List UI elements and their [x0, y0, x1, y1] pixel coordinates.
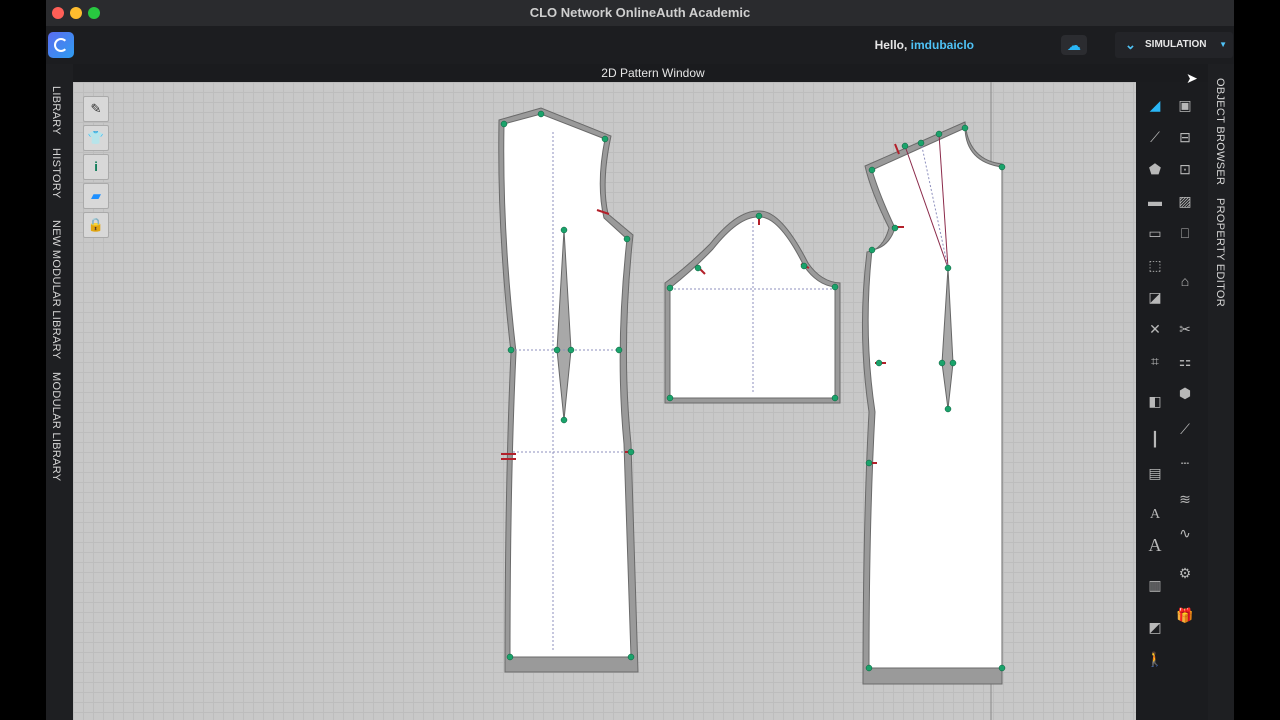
pattern-tools-toolbar: ◢ ▣ ⟋ ⊟ ⬟ ⊡ ▬ ▨ ▭ ⎕ ⬚ ⌂ ◪ ✕ ✂ ⌗ ⚏ ⬢ ◧ ⟋ … [1136, 82, 1208, 720]
text-icon[interactable]: A [1144, 504, 1166, 526]
tool-icon[interactable]: ▣ [1174, 94, 1196, 116]
username[interactable]: imdubaiclo [911, 38, 974, 52]
greeting: Hello, imdubaiclo [875, 38, 974, 52]
measure-icon[interactable]: ┃ [1144, 428, 1166, 450]
tool-icon[interactable]: ⌂ [1174, 270, 1196, 292]
tool-icon[interactable]: ⚙ [1174, 562, 1196, 584]
back-pattern-piece[interactable] [861, 121, 1006, 685]
clo-logo-icon[interactable] [48, 32, 74, 58]
tool-icon[interactable]: ⬢ [1174, 382, 1196, 404]
simulation-label: SIMULATION [1145, 39, 1207, 50]
rectangle-icon[interactable]: ▭ [1144, 222, 1166, 244]
tool-icon[interactable]: ▨ [1174, 190, 1196, 212]
pattern-window-header: 2D Pattern Window ⤢ [73, 64, 1233, 82]
pattern-pieces [498, 82, 1006, 720]
dart-icon[interactable]: ◪ [1144, 286, 1166, 308]
tool-icon[interactable]: ⚏ [1174, 350, 1196, 372]
cloud-sync-icon[interactable]: ☁ [1061, 35, 1087, 55]
segment-sewing-icon[interactable]: ⌗ [1144, 350, 1166, 372]
edit-point-icon[interactable]: ⟋ [1144, 126, 1166, 148]
internal-rectangle-icon[interactable]: ⬚ [1144, 254, 1166, 276]
left-side-panel: LIBRARY HISTORY NEW MODULAR LIBRARY MODU… [46, 64, 73, 720]
tab-property-editor[interactable]: PROPERTY EDITOR [1214, 198, 1226, 307]
app-header: Hello, imdubaiclo ☁ ⌄ SIMULATION ▼ [46, 26, 1234, 64]
minimize-window-icon[interactable] [70, 7, 82, 19]
tab-new-modular-library[interactable]: NEW MODULAR LIBRARY [50, 220, 62, 359]
simulation-mode-button[interactable]: ⌄ SIMULATION ▼ [1115, 32, 1233, 58]
tool-icon[interactable]: ∿ [1174, 522, 1196, 544]
tool-icon[interactable]: ⊡ [1174, 158, 1196, 180]
close-window-icon[interactable] [52, 7, 64, 19]
app-window: CLO Network OnlineAuth Academic Hello, i… [46, 0, 1234, 720]
tool-icon[interactable]: ┄ [1174, 452, 1196, 474]
tool-icon[interactable]: ✂ [1174, 318, 1196, 340]
transform-pattern-icon[interactable]: ◢ [1144, 94, 1166, 116]
sleeve-pattern-piece[interactable] [664, 210, 841, 404]
fold-icon[interactable]: ◧ [1144, 390, 1166, 412]
tab-modular-library[interactable]: MODULAR LIBRARY [50, 372, 62, 481]
mouse-cursor-icon: ➤ [1186, 70, 1198, 86]
edit-curve-icon[interactable]: ⬟ [1144, 158, 1166, 180]
grain-icon[interactable]: ▥ [1144, 574, 1166, 596]
pattern-window-title: 2D Pattern Window [601, 66, 705, 80]
annotation-icon[interactable]: A [1144, 534, 1166, 556]
right-side-panel: OBJECT BROWSER PROPERTY EDITOR [1208, 64, 1234, 720]
pattern-canvas[interactable]: ✎ 👕 i ▰ 🔒 [73, 82, 1136, 720]
tool-icon[interactable]: ◩ [1144, 616, 1166, 638]
avatar-icon[interactable]: 🚶 [1144, 648, 1166, 670]
dropdown-arrow-icon[interactable]: ▼ [1219, 32, 1227, 58]
tab-history[interactable]: HISTORY [50, 148, 62, 199]
front-pattern-piece[interactable] [498, 107, 639, 673]
tool-icon[interactable]: ⊟ [1174, 126, 1196, 148]
zoom-window-icon[interactable] [88, 7, 100, 19]
tool-icon[interactable]: 🎁 [1174, 604, 1196, 626]
tab-library[interactable]: LIBRARY [50, 86, 62, 135]
polygon-icon[interactable]: ▬ [1144, 190, 1166, 212]
title-bar: CLO Network OnlineAuth Academic [46, 0, 1234, 26]
greeting-text: Hello, [874, 38, 908, 52]
tool-icon[interactable]: ▤ [1144, 462, 1166, 484]
simulation-chevron-icon: ⌄ [1125, 37, 1136, 52]
tool-icon[interactable]: ⟋ [1174, 418, 1196, 440]
trace-icon[interactable]: ✕ [1144, 318, 1166, 340]
tool-icon[interactable]: ≋ [1174, 488, 1196, 510]
tab-object-browser[interactable]: OBJECT BROWSER [1214, 78, 1226, 185]
window-title: CLO Network OnlineAuth Academic [529, 5, 751, 20]
tool-icon[interactable]: ⎕ [1174, 222, 1196, 244]
